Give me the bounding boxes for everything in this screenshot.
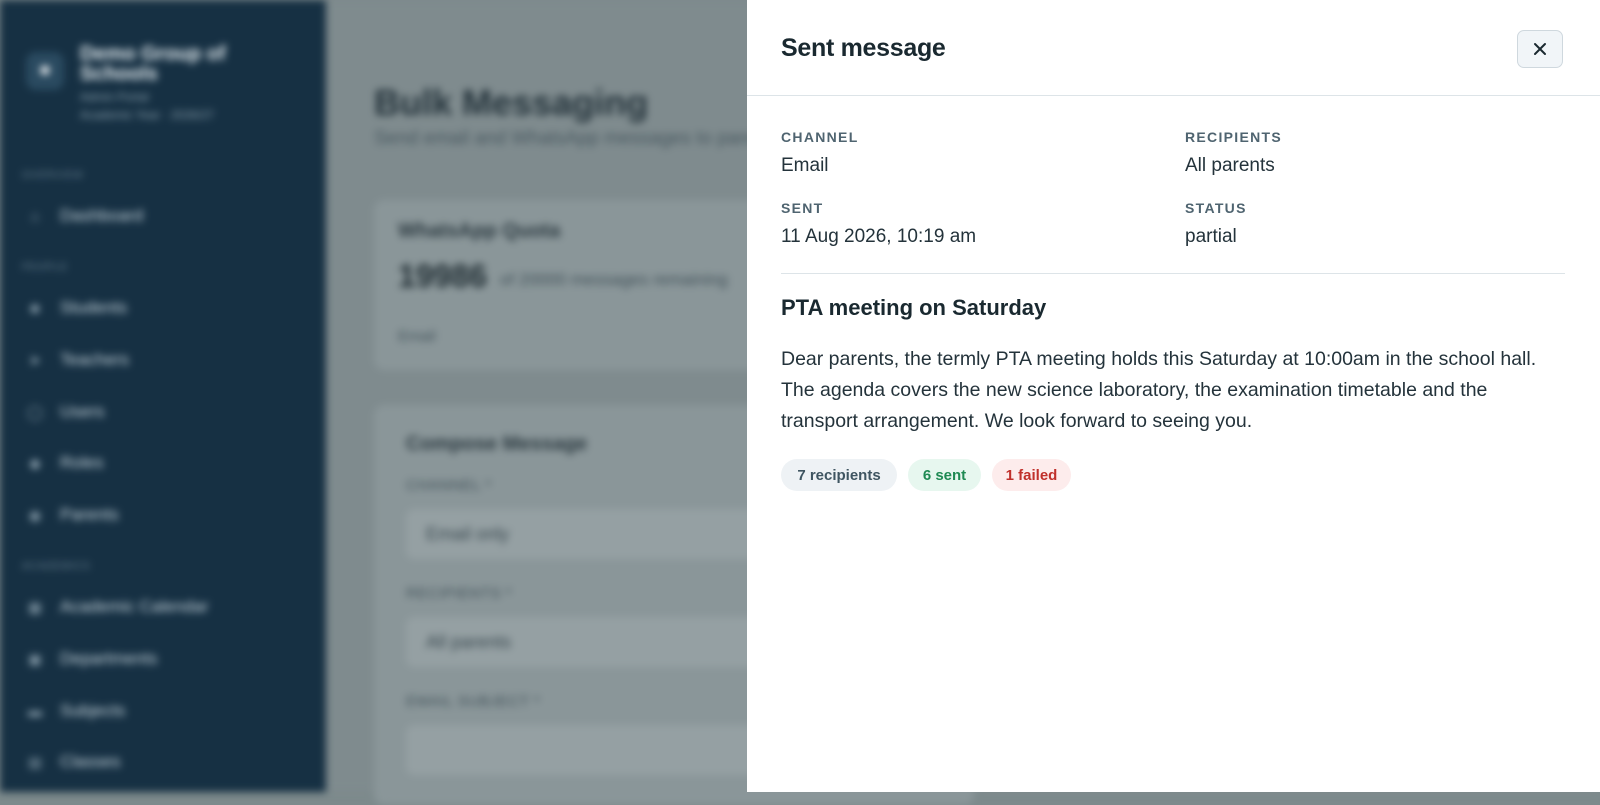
sent-meta-label: SENT	[781, 200, 824, 216]
sidebar-item-label: Departments	[60, 649, 158, 668]
nav-section-overview: OVERVIEW	[22, 170, 84, 181]
building-icon: ▣	[28, 650, 42, 667]
sidebar-item-roles[interactable]: ◆ Roles	[26, 453, 104, 473]
sidebar-item-label: Classes	[60, 752, 121, 771]
close-icon	[1534, 43, 1546, 55]
channel-meta-label: CHANNEL	[781, 129, 859, 145]
parent-icon: ◉	[28, 506, 42, 523]
sidebar-item-departments[interactable]: ▣ Departments	[26, 649, 157, 669]
sent-meta-value: 11 Aug 2026, 10:19 am	[781, 226, 977, 247]
channel-meta-value: Email	[781, 155, 829, 176]
message-body: Dear parents, the termly PTA meeting hol…	[781, 348, 1537, 432]
subject-label: EMAIL SUBJECT *	[406, 693, 541, 710]
sidebar-item-teachers[interactable]: ➤ Teachers	[26, 350, 129, 370]
recipients-meta-label: RECIPIENTS	[1185, 129, 1283, 145]
message-subject: PTA meeting on Saturday	[781, 295, 1047, 320]
school-logo-icon: ■	[26, 52, 64, 90]
brand-subtitle: Admin Portal	[80, 90, 149, 104]
close-button[interactable]	[1517, 30, 1563, 68]
sidebar-item-label: Teachers	[60, 350, 129, 369]
sidebar-item-label: Academic Calendar	[60, 597, 209, 616]
sidebar-item-students[interactable]: ☻ Students	[26, 298, 127, 318]
book-icon: ▬	[28, 703, 42, 719]
quota-title: WhatsApp Quota	[398, 220, 561, 242]
sidebar: ■ Demo Group of Schools Admin Portal Aca…	[0, 0, 326, 792]
sent-message-drawer: Sent message CHANNEL Email RECIPIENTS Al…	[747, 0, 1600, 792]
quota-note: of 20000 messages remaining	[500, 270, 728, 289]
channel-select[interactable]: Email only	[406, 509, 806, 559]
users-icon: ◯	[27, 403, 43, 420]
sidebar-item-label: Roles	[60, 453, 104, 472]
sidebar-item-parents[interactable]: ◉ Parents	[26, 505, 119, 525]
brand: ■ Demo Group of Schools Admin Portal Aca…	[26, 44, 240, 122]
brand-year: Academic Year · 2026/27	[80, 108, 215, 122]
quota-number: 19986	[398, 258, 487, 294]
class-icon: ▤	[28, 753, 42, 770]
channel-label: CHANNEL *	[406, 477, 492, 494]
user-icon: ☻	[27, 300, 43, 316]
sidebar-item-label: Subjects	[60, 701, 126, 720]
brand-name: Demo Group of Schools	[80, 43, 226, 85]
compose-title: Compose Message	[406, 433, 588, 455]
drawer-header: Sent message	[747, 0, 1600, 96]
shield-icon: ◆	[29, 454, 41, 471]
sidebar-item-dashboard[interactable]: ⌂ Dashboard	[26, 206, 143, 226]
nav-section-academics: ACADEMICS	[22, 561, 91, 572]
sidebar-item-subjects[interactable]: ▬ Subjects	[26, 701, 125, 721]
sidebar-item-label: Users	[60, 402, 105, 421]
divider	[781, 273, 1565, 274]
recipients-count-badge: 7 recipients	[781, 459, 897, 491]
quota-email-label: Email	[398, 328, 436, 345]
teacher-icon: ➤	[29, 351, 41, 368]
failed-count-badge: 1 failed	[992, 459, 1071, 491]
drawer-title: Sent message	[781, 34, 946, 62]
sidebar-item-label: Parents	[60, 505, 119, 524]
subject-input[interactable]	[406, 725, 806, 775]
sidebar-item-classes[interactable]: ▤ Classes	[26, 752, 120, 772]
home-icon: ⌂	[30, 208, 40, 224]
page-subtitle: Send email and WhatsApp messages to pare…	[374, 128, 781, 149]
sidebar-item-label: Dashboard	[60, 206, 144, 225]
sidebar-item-users[interactable]: ◯ Users	[26, 402, 104, 422]
status-meta-label: STATUS	[1185, 200, 1247, 216]
recipients-select[interactable]: All parents	[406, 617, 806, 667]
recipients-label: RECIPIENTS *	[406, 585, 513, 602]
recipients-meta-value: All parents	[1185, 155, 1275, 176]
nav-section-people: PEOPLE	[22, 262, 69, 273]
page-title: Bulk Messaging	[374, 82, 649, 123]
calendar-icon: ▦	[28, 598, 42, 615]
status-meta-value: partial	[1185, 226, 1237, 247]
sent-count-badge: 6 sent	[908, 459, 981, 491]
sidebar-item-label: Students	[60, 298, 128, 317]
sidebar-item-academic-calendar[interactable]: ▦ Academic Calendar	[26, 597, 208, 617]
